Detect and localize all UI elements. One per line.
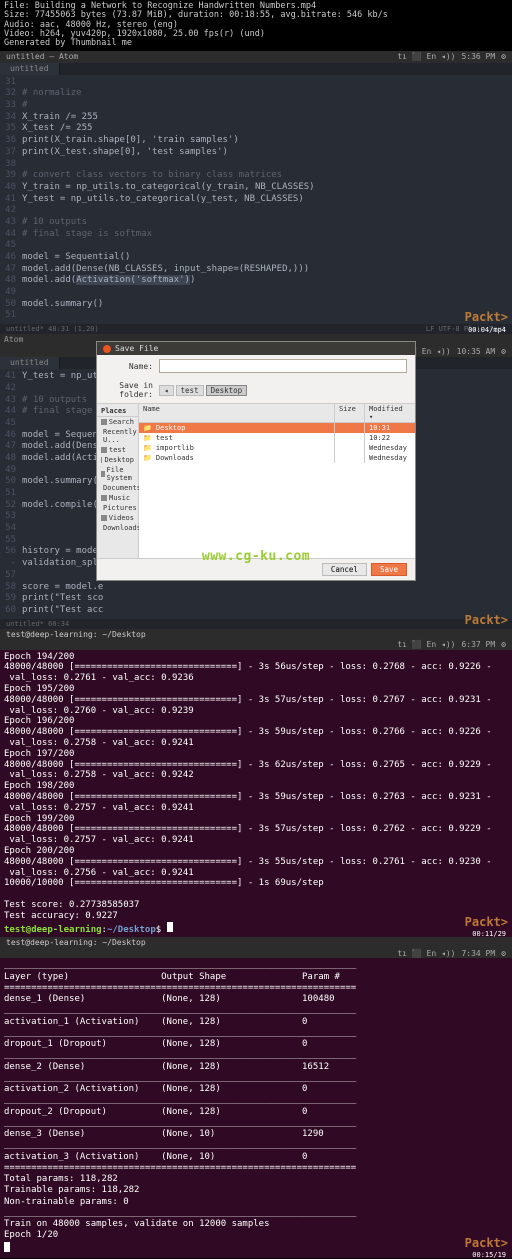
col-name[interactable]: Name <box>139 404 335 422</box>
place-item[interactable]: Music <box>97 493 138 503</box>
terminal-title: test@deep-learning: ~/Desktop <box>0 937 512 948</box>
folder-breadcrumb: ◂ test Desktop <box>159 385 247 396</box>
name-label: Name: <box>105 362 153 371</box>
breadcrumb-desktop[interactable]: Desktop <box>206 385 248 396</box>
tab-untitled[interactable]: untitled <box>0 63 60 75</box>
file-row[interactable]: 📁 Desktop10:31 <box>139 423 415 433</box>
line-gutter: 31 32 33 34 35 36 37 38 39 40 41 42 43 4… <box>0 77 22 322</box>
place-item[interactable]: Documents <box>97 483 138 493</box>
close-icon[interactable] <box>103 345 111 353</box>
meta-gen: Generated by Thumbnail me <box>4 39 508 48</box>
atom-pane-2: Atom tı ⬛ En ◂)) 10:35 AM ⚙ untitled 41 … <box>0 334 512 628</box>
terminal-pane-summary: test@deep-learning: ~/Desktop tı ⬛ En ◂)… <box>0 937 512 1258</box>
cursor <box>167 922 173 932</box>
save-button[interactable]: Save <box>371 563 407 576</box>
place-item[interactable]: Desktop <box>97 455 138 465</box>
place-item[interactable]: Pictures <box>97 503 138 513</box>
tray-icons: tı ⬛ En ◂)) <box>397 640 455 649</box>
file-row[interactable]: 📁 test10:22 <box>139 433 415 443</box>
packt-logo: Packt> <box>465 613 508 627</box>
gear-icon[interactable]: ⚙ <box>501 640 506 649</box>
code-editor[interactable]: 31 32 33 34 35 36 37 38 39 40 41 42 43 4… <box>0 75 512 324</box>
cancel-button[interactable]: Cancel <box>322 563 367 576</box>
breadcrumb-back[interactable]: ◂ <box>159 385 174 396</box>
place-item[interactable]: Videos <box>97 513 138 523</box>
save-file-dialog: Save File Name: Save in folder: ◂ test D… <box>96 341 416 581</box>
file-row[interactable]: 📁 importlibWednesday <box>139 443 415 453</box>
file-metadata: File: Building a Network to Recognize Ha… <box>0 0 512 51</box>
packt-logo: Packt> <box>465 915 508 929</box>
gear-icon[interactable]: ⚙ <box>501 949 506 958</box>
tab-bar: untitled <box>0 63 512 75</box>
watermark: www.cg-ku.com <box>202 549 310 564</box>
places-sidebar: Places SearchRecently U...testDesktopFil… <box>97 404 139 558</box>
terminal-output[interactable]: ________________________________________… <box>0 958 512 1258</box>
tray: tı ⬛ En ◂)) 7:34 PM ⚙ <box>0 948 512 958</box>
clock: 10:35 AM <box>457 347 496 356</box>
dialog-titlebar: Save File <box>97 342 415 355</box>
statusbar: untitled* 48:31 (1,20) LF UTF-8 Plain Te… <box>0 324 512 334</box>
video-timestamp: 00:04/mp4 <box>468 326 506 334</box>
place-item[interactable]: Recently U... <box>97 427 138 445</box>
filename-input[interactable] <box>159 359 407 373</box>
tray: tı ⬛ En ◂)) 6:37 PM ⚙ <box>0 640 512 650</box>
place-item[interactable]: Downloads <box>97 523 138 533</box>
clock: 5:36 PM <box>461 52 495 61</box>
file-row[interactable]: 📁 DownloadsWednesday <box>139 453 415 463</box>
tab-untitled[interactable]: untitled <box>0 357 60 369</box>
dialog-title-text: Save File <box>115 344 158 353</box>
col-size[interactable]: Size <box>335 404 365 422</box>
gear-icon[interactable]: ⚙ <box>501 347 506 356</box>
statusbar: untitled* 60:34 <box>0 619 512 629</box>
file-list: Name Size Modified ▾ 📁 Desktop10:31📁 tes… <box>139 404 415 558</box>
prompt-user: test@deep-learning <box>4 925 102 935</box>
terminal-title: test@deep-learning: ~/Desktop <box>0 629 512 640</box>
terminal-pane-training: test@deep-learning: ~/Desktop tı ⬛ En ◂)… <box>0 629 512 938</box>
prompt-path: ~/Desktop <box>107 925 156 935</box>
tray-icons: tı ⬛ En ◂)) <box>397 52 455 61</box>
place-item[interactable]: File System <box>97 465 138 483</box>
place-item[interactable]: test <box>97 445 138 455</box>
line-gutter: 41 42 43 44 45 46 47 48 49 50 51 52 53 5… <box>0 371 22 616</box>
video-timestamp: 00:15/19 <box>472 1251 506 1259</box>
place-item[interactable]: Search <box>97 417 138 427</box>
packt-logo: Packt> <box>465 1236 508 1250</box>
gear-icon[interactable]: ⚙ <box>501 52 506 61</box>
col-modified[interactable]: Modified ▾ <box>365 404 415 422</box>
window-titlebar: untitled — Atom tı ⬛ En ◂)) 5:36 PM ⚙ <box>0 51 512 63</box>
terminal-output[interactable]: Epoch 194/200 48000/48000 [=============… <box>0 650 512 938</box>
clock: 6:37 PM <box>461 640 495 649</box>
packt-logo: Packt> <box>465 310 508 324</box>
cursor <box>4 1242 10 1252</box>
window-title: untitled — Atom <box>6 52 78 61</box>
folder-label: Save in folder: <box>105 381 153 399</box>
breadcrumb-test[interactable]: test <box>176 385 204 396</box>
places-header: Places <box>97 406 138 417</box>
tray-icons: tı ⬛ En ◂)) <box>397 949 455 958</box>
atom-pane-1: untitled — Atom tı ⬛ En ◂)) 5:36 PM ⚙ un… <box>0 51 512 334</box>
clock: 7:34 PM <box>461 949 495 958</box>
code-content[interactable]: # normalize # X_train /= 255 X_test /= 2… <box>22 77 512 322</box>
